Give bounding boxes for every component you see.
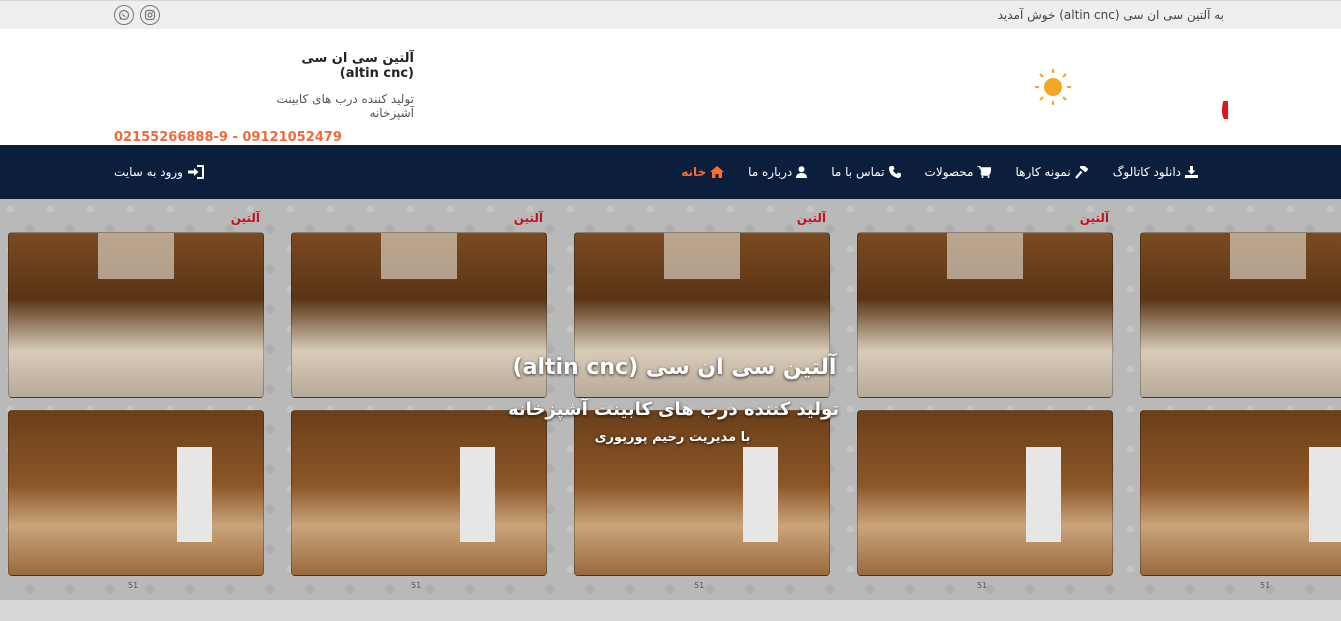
nav-item-products[interactable]: محصولات	[913, 145, 1004, 199]
site-name: آلتین سی ان سی (altin cnc)	[301, 51, 414, 81]
nav-item-label: نمونه کارها	[1015, 165, 1071, 179]
top-bar: به آلتین سی ان سی (altin cnc) خوش آمدید	[0, 0, 1341, 29]
cart-icon	[977, 166, 992, 178]
phone-numbers: 02155266888-9 - 09121052479	[114, 130, 342, 145]
login-link[interactable]: ورود به سایت	[114, 145, 204, 199]
hero-subtitle: تولید کننده درب های کابینت آشپزخانه	[507, 399, 840, 420]
social-links	[114, 5, 160, 25]
svg-text:آلتین: آلتین	[1218, 49, 1228, 119]
catalog-logo: آلتین	[513, 211, 543, 225]
nav-item-label: درباره ما	[748, 165, 793, 179]
hero-manager: با مدیریت رحیم پورپوری	[594, 430, 751, 445]
nav-item-about[interactable]: درباره ما	[736, 145, 819, 199]
home-icon	[710, 166, 725, 178]
catalog-logo: آلتین	[1079, 211, 1109, 225]
sign-in-icon	[187, 165, 204, 179]
gavel-icon	[1074, 165, 1088, 179]
nav-item-label: محصولات	[924, 165, 974, 179]
page-number: 51	[694, 581, 705, 590]
main-navbar: خانه درباره ما تماس با ما محصولات نمونه …	[0, 145, 1341, 199]
brand-info: آلتین سی ان سی (altin cnc) تولید کننده د…	[114, 51, 414, 145]
hero-title: آلتین سی ان سی (altin cnc)	[512, 355, 837, 380]
nav-item-label: تماس با ما	[831, 165, 885, 179]
site-tagline: تولید کننده درب های کابینت آشپزخانه	[276, 92, 414, 120]
page-bottom-strip	[0, 600, 1341, 621]
nav-item-contact[interactable]: تماس با ما	[819, 145, 912, 199]
nav-item-catalog[interactable]: دانلود کاتالوگ	[1101, 145, 1210, 199]
site-logo[interactable]: آلتین	[1013, 33, 1341, 127]
page-number: 51	[128, 581, 139, 590]
download-icon	[1185, 166, 1198, 178]
nav-item-label: دانلود کاتالوگ	[1112, 165, 1181, 179]
nav-item-label: خانه	[681, 165, 707, 179]
page-number: 51	[1260, 581, 1271, 590]
site-header: آلتین سی ان سی (altin cnc) تولید کننده د…	[0, 29, 1341, 145]
nav-item-home[interactable]: خانه	[669, 145, 736, 199]
page-number: 51	[411, 581, 422, 590]
welcome-text: به آلتین سی ان سی (altin cnc) خوش آمدید	[997, 8, 1224, 22]
nav-item-portfolio[interactable]: نمونه کارها	[1003, 145, 1100, 199]
catalog-logo: آلتین	[796, 211, 826, 225]
nav-menu: خانه درباره ما تماس با ما محصولات نمونه …	[669, 145, 1210, 199]
user-icon	[796, 166, 808, 178]
catalog-logo: آلتین	[230, 211, 260, 225]
whatsapp-icon[interactable]	[114, 5, 134, 25]
page-number: 51	[977, 581, 988, 590]
login-label: ورود به سایت	[114, 165, 183, 179]
phone-icon	[888, 166, 901, 178]
instagram-icon[interactable]	[140, 5, 160, 25]
